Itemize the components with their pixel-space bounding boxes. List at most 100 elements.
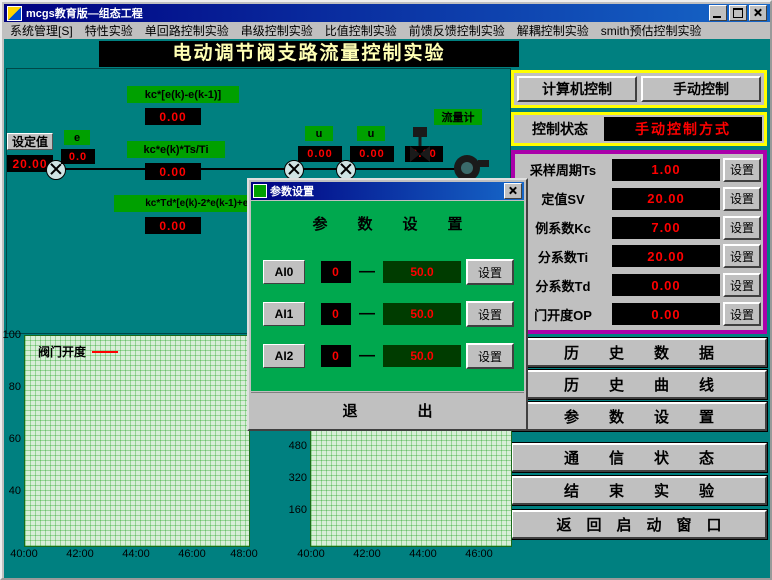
legend-label: 阀门开度 xyxy=(38,343,86,360)
chart-legend: 阀门开度 xyxy=(38,343,118,360)
param-row: 分系数Ti 20.00 设置 xyxy=(517,243,761,269)
u1-value: 0.00 xyxy=(298,146,342,162)
u2-value: 0.00 xyxy=(350,146,394,162)
end-experiment-button[interactable]: 结 束 实 验 xyxy=(511,476,767,505)
app-icon xyxy=(7,6,22,21)
computer-control-button[interactable]: 计算机控制 xyxy=(517,76,637,102)
history-curve-button[interactable]: 历 史 曲 线 xyxy=(511,370,767,399)
y-tick: 320 xyxy=(285,472,307,484)
title-bar[interactable]: mcgs教育版—组态工程 xyxy=(4,4,770,22)
param-value: 7.00 xyxy=(612,217,720,239)
ai-low-value: 0 xyxy=(321,303,351,325)
dialog-set-button[interactable]: 设置 xyxy=(466,259,514,285)
comm-status-button[interactable]: 通 信 状 态 xyxy=(511,443,767,472)
x-tick: 48:00 xyxy=(227,548,261,560)
menu-item-feedforward[interactable]: 前馈反馈控制实验 xyxy=(403,21,511,40)
window-title: mcgs教育版—组态工程 xyxy=(26,5,707,21)
ai-label: AI2 xyxy=(263,344,305,368)
param-row: 采样周期Ts 1.00 设置 xyxy=(517,157,761,183)
ai-range-dash: — xyxy=(359,347,375,365)
ai-label: AI0 xyxy=(263,260,305,284)
error-block: e xyxy=(64,130,90,145)
sum-junction-3 xyxy=(336,160,356,180)
pipe-line xyxy=(26,168,464,170)
parameter-panel: 采样周期Ts 1.00 设置 定值SV 20.00 设置 例系数Kc 7.00 … xyxy=(511,150,767,334)
error-value: 0.0 xyxy=(61,149,95,164)
dialog-header: 参 数 设 置 xyxy=(251,213,524,234)
menu-item-characteristic[interactable]: 特性实验 xyxy=(79,21,139,40)
param-set-button[interactable]: 设置 xyxy=(723,158,761,182)
close-button[interactable] xyxy=(749,5,767,21)
menu-bar: 系统管理[S] 特性实验 单回路控制实验 串级控制实验 比值控制实验 前馈反馈控… xyxy=(4,22,770,40)
ai-low-value: 0 xyxy=(321,345,351,367)
menu-item-single-loop[interactable]: 单回路控制实验 xyxy=(139,21,235,40)
y-tick: 60 xyxy=(2,433,21,445)
x-tick: 40:00 xyxy=(294,548,328,560)
ai-high-value: 50.0 xyxy=(383,345,461,367)
param-label: 例系数Kc xyxy=(517,218,609,237)
param-value: 0.00 xyxy=(612,274,720,296)
param-set-button[interactable]: 设置 xyxy=(723,244,761,268)
dialog-exit-button[interactable]: 退 出 xyxy=(251,392,524,427)
param-row: 门开度OP 0.00 设置 xyxy=(517,301,761,327)
x-tick: 42:00 xyxy=(63,548,97,560)
param-label: 分系数Td xyxy=(517,276,609,295)
dialog-set-button[interactable]: 设置 xyxy=(466,343,514,369)
maximize-button[interactable] xyxy=(729,5,747,21)
param-label: 采样周期Ts xyxy=(517,160,609,179)
valve-icon xyxy=(408,126,432,170)
ai-range-dash: — xyxy=(359,263,375,281)
x-tick: 46:00 xyxy=(175,548,209,560)
ai-high-value: 50.0 xyxy=(383,261,461,283)
setpoint-label: 设定值 xyxy=(7,133,53,150)
param-label: 门开度OP xyxy=(517,305,609,324)
dialog-set-button[interactable]: 设置 xyxy=(466,301,514,327)
ai-label: AI1 xyxy=(263,302,305,326)
param-label: 定值SV xyxy=(517,189,609,208)
control-status-label: 控制状态 xyxy=(516,117,604,141)
d-term-value: 0.00 xyxy=(145,217,201,234)
x-tick: 40:00 xyxy=(7,548,41,560)
minimize-button[interactable] xyxy=(709,5,727,21)
manual-control-button[interactable]: 手动控制 xyxy=(641,76,761,102)
param-set-button[interactable]: 设置 xyxy=(723,273,761,297)
param-row: 定值SV 20.00 设置 xyxy=(517,186,761,212)
menu-item-smith[interactable]: smith预估控制实验 xyxy=(595,21,708,40)
x-tick: 46:00 xyxy=(462,548,496,560)
param-value: 0.00 xyxy=(612,303,720,325)
return-start-window-button[interactable]: 返 回 启 动 窗 口 xyxy=(511,510,767,539)
legend-line-red xyxy=(92,351,118,353)
dialog-title-bar[interactable]: 参数设置 xyxy=(251,182,524,200)
ai-row: AI0 0 — 50.0 设置 xyxy=(263,259,514,285)
u1-block: u xyxy=(305,126,333,141)
param-row: 分系数Td 0.00 设置 xyxy=(517,272,761,298)
menu-item-decoupling[interactable]: 解耦控制实验 xyxy=(511,21,595,40)
control-mode-box: 计算机控制 手动控制 xyxy=(511,70,767,108)
param-set-button[interactable]: 设置 xyxy=(723,187,761,211)
param-row: 例系数Kc 7.00 设置 xyxy=(517,215,761,241)
i-term-block: kc*e(k)*Ts/Ti xyxy=(127,141,225,158)
y-tick: 160 xyxy=(285,504,307,516)
x-tick: 44:00 xyxy=(119,548,153,560)
page-title: 电动调节阀支路流量控制实验 xyxy=(99,41,519,67)
dialog-icon xyxy=(253,184,267,198)
param-settings-button[interactable]: 参 数 设 置 xyxy=(511,402,767,431)
ai-low-value: 0 xyxy=(321,261,351,283)
menu-item-system[interactable]: 系统管理[S] xyxy=(4,21,79,40)
param-set-button[interactable]: 设置 xyxy=(723,302,761,326)
param-value: 20.00 xyxy=(612,188,720,210)
history-data-button[interactable]: 历 史 数 据 xyxy=(511,338,767,367)
y-tick: 80 xyxy=(2,381,21,393)
param-value: 20.00 xyxy=(612,245,720,267)
menu-item-ratio[interactable]: 比值控制实验 xyxy=(319,21,403,40)
p-term-value: 0.00 xyxy=(145,108,201,125)
dialog-close-button[interactable] xyxy=(504,183,522,199)
param-value: 1.00 xyxy=(612,159,720,181)
param-settings-dialog: 参数设置 参 数 设 置 AI0 0 — 50.0 设置 AI1 0 — 50.… xyxy=(247,178,528,431)
control-status-box: 控制状态 手动控制方式 xyxy=(511,112,767,146)
menu-item-cascade[interactable]: 串级控制实验 xyxy=(235,21,319,40)
control-status-value: 手动控制方式 xyxy=(604,117,762,141)
ai-range-dash: — xyxy=(359,305,375,323)
param-set-button[interactable]: 设置 xyxy=(723,216,761,240)
x-tick: 44:00 xyxy=(406,548,440,560)
